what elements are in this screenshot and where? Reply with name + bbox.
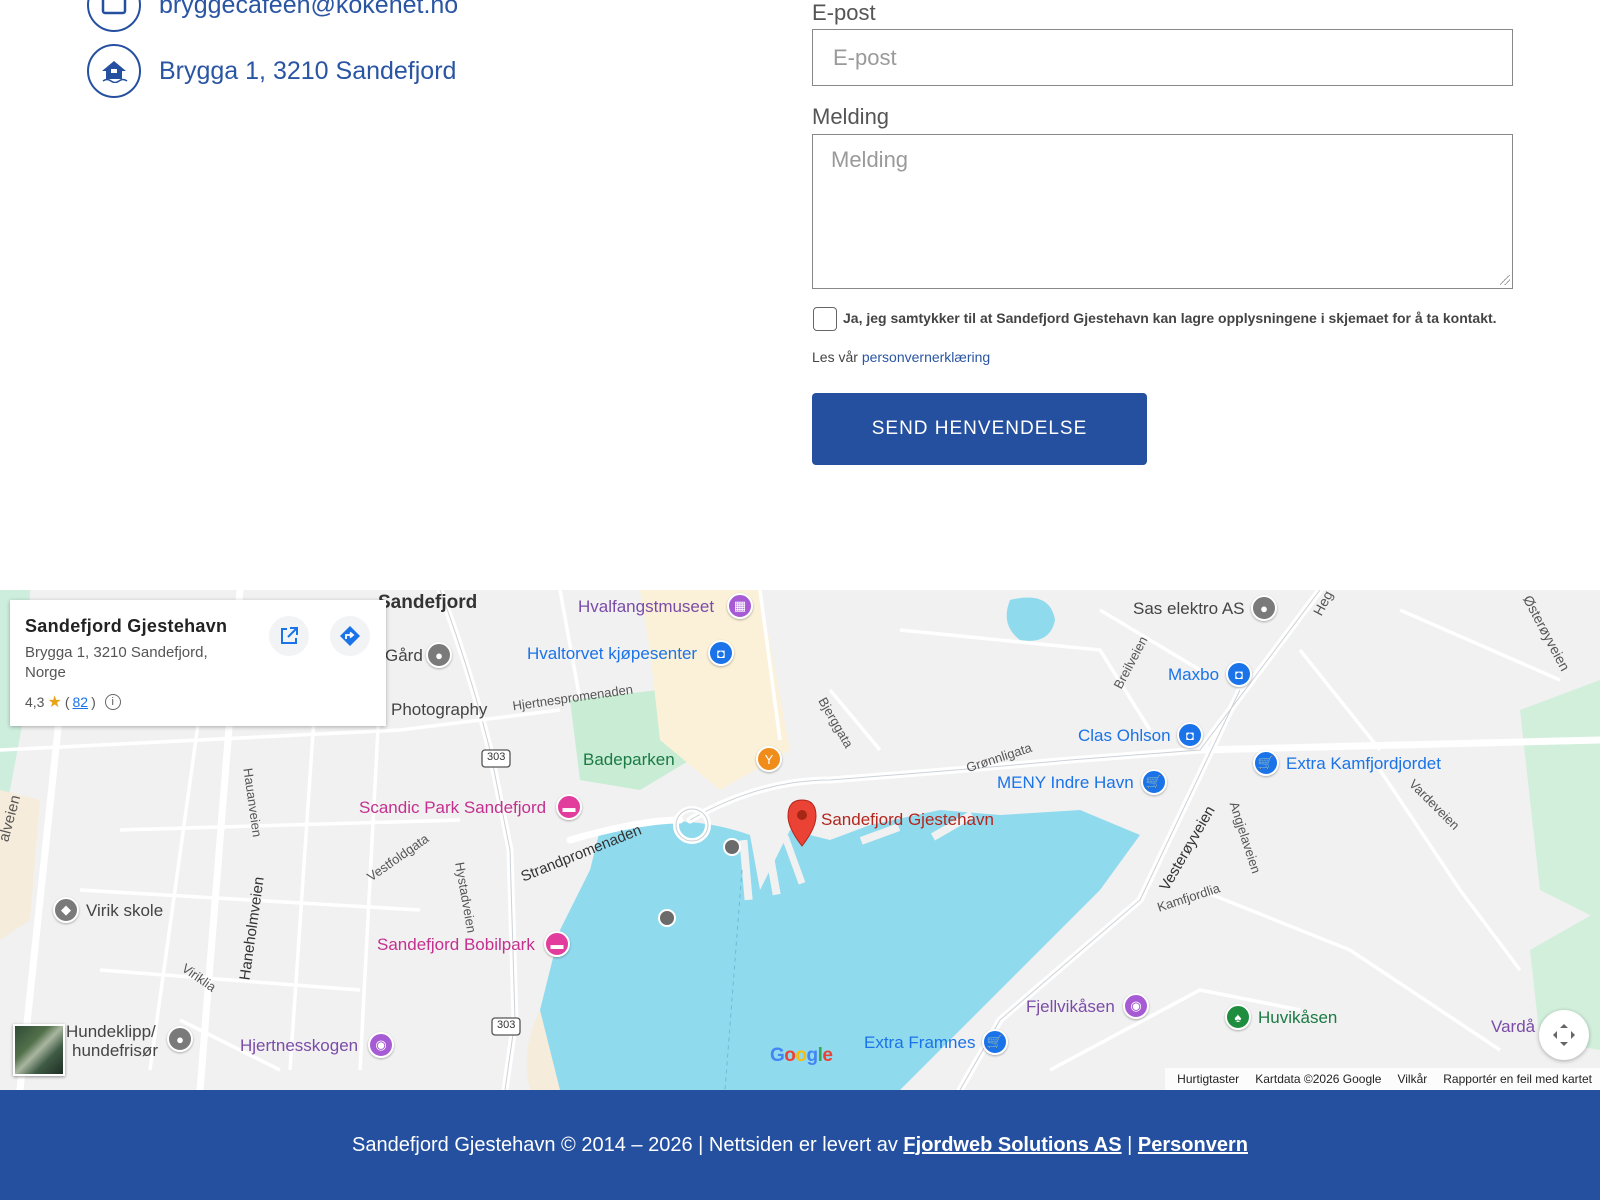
place-rating: 4,3 ★ (82) i xyxy=(25,692,371,712)
map-label-extra-kamfjordjordet[interactable]: Extra Kamfjordjordet xyxy=(1286,754,1441,774)
shopping-cart-icon[interactable]: 🛒 xyxy=(1141,769,1167,795)
directions-icon xyxy=(340,626,360,646)
map-label-gard[interactable]: Gård xyxy=(385,646,423,666)
open-in-maps-button[interactable] xyxy=(269,616,309,656)
place-name: Sandefjord Gjestehavn xyxy=(25,616,228,636)
terms-link[interactable]: Vilkår xyxy=(1397,1072,1427,1086)
camera-icon[interactable]: ◉ xyxy=(368,1032,394,1058)
map-label-badeparken[interactable]: Badeparken xyxy=(583,750,675,770)
map-data-text: Kartdata ©2026 Google xyxy=(1255,1072,1382,1086)
map-label-hjertnesskogen[interactable]: Hjertnesskogen xyxy=(240,1036,358,1056)
place-marker-icon[interactable]: ● xyxy=(167,1026,193,1052)
message-label: Melding xyxy=(812,104,890,129)
school-icon[interactable]: ◆ xyxy=(53,897,79,923)
shopping-bag-icon[interactable]: ◘ xyxy=(708,640,734,666)
footer-copyright: Sandefjord Gjestehavn © 2014 – 2026 | Ne… xyxy=(352,1133,898,1156)
consent-text: Ja, jeg samtykker til at Sandefjord Gjes… xyxy=(843,310,1497,326)
map-label-sandefjord[interactable]: Sandefjord xyxy=(378,592,477,614)
directions-button[interactable] xyxy=(330,616,370,656)
message-field[interactable] xyxy=(812,134,1513,289)
road-303-label: 303 xyxy=(487,751,506,763)
shopping-bag-icon[interactable]: ◘ xyxy=(1226,661,1252,687)
google-logo: Google xyxy=(770,1045,833,1066)
map-label-scandic[interactable]: Scandic Park Sandefjord xyxy=(359,798,546,818)
star-icon: ★ xyxy=(47,694,62,711)
lock-icon[interactable] xyxy=(723,838,741,856)
map-label-huvikasen[interactable]: Huvikåsen xyxy=(1258,1008,1337,1028)
map-attribution: Hurtigtaster Kartdata ©2026 Google Vilkå… xyxy=(1165,1068,1600,1090)
map-label-hundeklipp-line-2: hundefrisør xyxy=(72,1041,158,1060)
shopping-cart-icon[interactable]: 🛒 xyxy=(1253,750,1279,776)
footer-privacy-link[interactable]: Personvern xyxy=(1138,1134,1248,1157)
fullscreen-icon xyxy=(1553,1024,1575,1046)
place-marker-icon[interactable]: ● xyxy=(1251,595,1277,621)
privacy-policy-link[interactable]: personvernerklæring xyxy=(862,349,990,365)
send-inquiry-button[interactable]: SEND HENVENDELSE xyxy=(812,393,1147,465)
museum-icon[interactable]: ▦ xyxy=(727,593,753,619)
map-label-extra-framnes[interactable]: Extra Framnes xyxy=(864,1033,975,1053)
contact-address: Brygga 1, 3210 Sandefjord xyxy=(159,56,457,85)
road-303-label: 303 xyxy=(497,1019,516,1031)
rating-value: 4,3 xyxy=(25,694,45,710)
email-icon xyxy=(87,0,141,32)
review-count-close: ) xyxy=(91,694,96,710)
map-label-hvalfangstmuseet[interactable]: Hvalfangstmuseet xyxy=(578,597,714,617)
review-count-open: ( xyxy=(64,694,70,710)
place-marker-icon[interactable]: ● xyxy=(426,642,452,668)
map-label-maxbo[interactable]: Maxbo xyxy=(1168,665,1219,685)
place-info-card: Sandefjord Gjestehavn Brygga 1, 3210 San… xyxy=(10,600,386,726)
map-label-photography[interactable]: Photography xyxy=(391,700,487,720)
external-link-icon xyxy=(281,627,298,644)
hotel-bed-icon[interactable]: ▬ xyxy=(544,931,570,957)
map-label-sas-elektro[interactable]: Sas elektro AS xyxy=(1133,599,1245,619)
email-field[interactable] xyxy=(812,29,1513,86)
lock-icon[interactable] xyxy=(658,909,676,927)
map-label-bobilpark[interactable]: Sandefjord Bobilpark xyxy=(377,935,535,955)
map-label-virik-skole[interactable]: Virik skole xyxy=(86,901,163,921)
cocktail-bar-icon[interactable]: Y xyxy=(756,746,782,772)
map-label-clas-ohlson[interactable]: Clas Ohlson xyxy=(1078,726,1171,746)
privacy-notice: Les vår personvernerklæring xyxy=(812,349,990,365)
textarea-resize-handle[interactable] xyxy=(1500,275,1510,285)
contact-email[interactable]: bryggecafeen@kokenet.no xyxy=(159,0,458,20)
map-label-meny[interactable]: MENY Indre Havn xyxy=(997,773,1134,793)
house-icon xyxy=(87,44,141,98)
hotel-bed-icon[interactable]: ▬ xyxy=(556,794,582,820)
keyboard-shortcuts-link[interactable]: Hurtigtaster xyxy=(1177,1072,1239,1086)
map-label-fjellvikasen[interactable]: Fjellvikåsen xyxy=(1026,997,1115,1017)
shopping-cart-icon[interactable]: 🛒 xyxy=(982,1029,1008,1055)
embedded-map[interactable]: 303 303 Sandefjord Hvalfangstmuseet ▦ Hv… xyxy=(0,590,1600,1090)
consent-checkbox[interactable] xyxy=(813,307,837,331)
map-label-gjestehavn[interactable]: Sandefjord Gjestehavn xyxy=(821,810,994,830)
shopping-bag-icon[interactable]: ◘ xyxy=(1177,722,1203,748)
footer-separator: | xyxy=(1127,1133,1133,1156)
privacy-prefix: Les vår xyxy=(812,349,858,365)
contact-email-row[interactable]: bryggecafeen@kokenet.no xyxy=(87,0,458,32)
map-label-hundeklipp-line-1: Hundeklipp/ xyxy=(66,1022,156,1041)
map-label-hvaltorvet[interactable]: Hvaltorvet kjøpesenter xyxy=(527,644,697,664)
contact-address-row: Brygga 1, 3210 Sandefjord xyxy=(87,44,456,98)
map-label-hundeklipp[interactable]: Hundeklipp/ hundefrisør xyxy=(66,1022,158,1060)
fullscreen-button[interactable] xyxy=(1539,1010,1589,1060)
email-label: E-post xyxy=(812,0,876,25)
review-count-link[interactable]: 82 xyxy=(72,694,88,710)
info-icon[interactable]: i xyxy=(104,694,121,710)
map-label-varda[interactable]: Vardå xyxy=(1491,1017,1535,1037)
satellite-view-toggle[interactable] xyxy=(13,1024,65,1076)
place-address: Brygga 1, 3210 Sandefjord, Norge xyxy=(25,644,208,681)
site-footer: Sandefjord Gjestehavn © 2014 – 2026 | Ne… xyxy=(0,1090,1600,1200)
footer-company-link[interactable]: Fjordweb Solutions AS xyxy=(903,1134,1121,1157)
camera-icon[interactable]: ◉ xyxy=(1123,993,1149,1019)
hiking-icon[interactable]: ♠ xyxy=(1225,1004,1251,1030)
report-error-link[interactable]: Rapportér en feil med kartet xyxy=(1443,1072,1592,1086)
